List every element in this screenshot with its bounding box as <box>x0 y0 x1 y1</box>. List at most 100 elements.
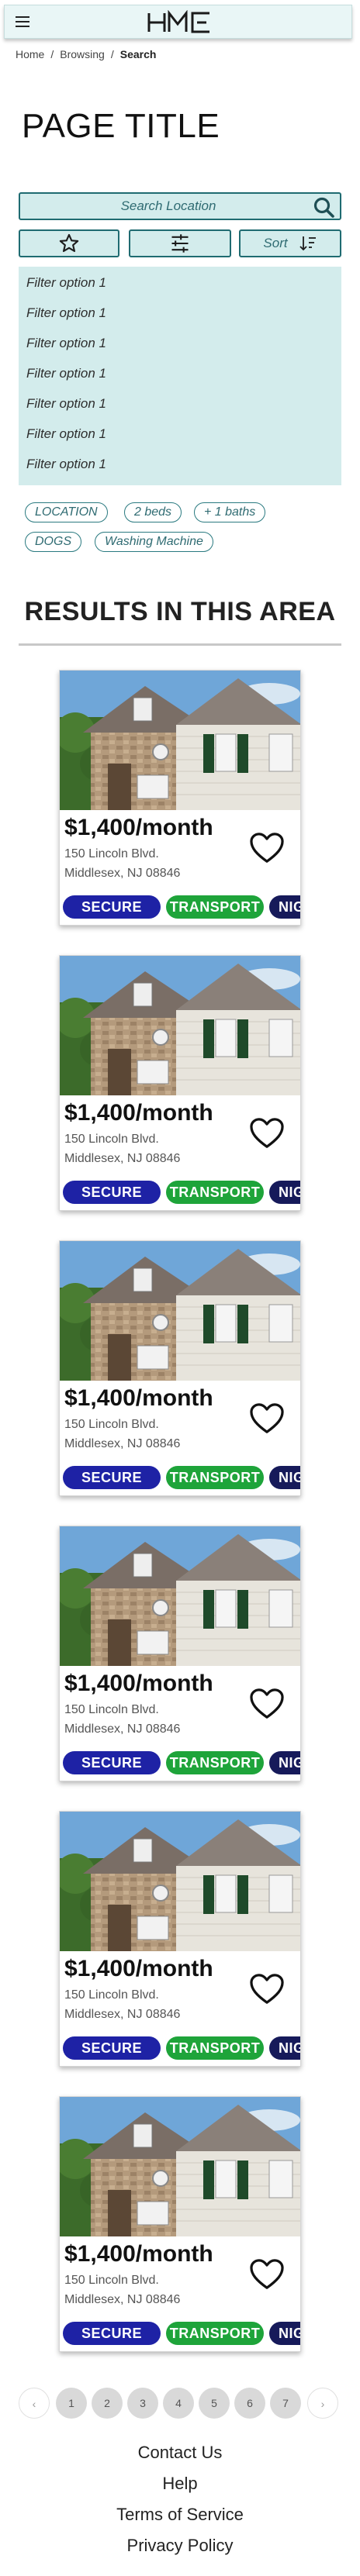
sort-descending-icon <box>299 236 316 251</box>
divider <box>19 643 341 646</box>
pagination-next-button[interactable]: › <box>307 2388 338 2419</box>
listing-photo[interactable] <box>60 1812 301 1951</box>
results-heading: RESULTS IN THIS AREA <box>24 597 336 626</box>
listing-address-street: 150 Lincoln Blvd. <box>64 847 159 860</box>
tag-night: NIG <box>269 1466 300 1489</box>
tag-night: NIG <box>269 1751 300 1774</box>
search-icon[interactable] <box>312 196 335 218</box>
listing-price: $1,400/month <box>64 1100 213 1126</box>
listing-photo[interactable] <box>60 956 301 1095</box>
pagination-page[interactable]: 1 <box>56 2388 87 2419</box>
tag-night: NIG <box>269 2322 300 2345</box>
listing-card[interactable]: $1,400/month 150 Lincoln Blvd. Middlesex… <box>59 670 301 926</box>
footer-link-contact[interactable]: Contact Us <box>0 2437 360 2468</box>
tag-transport: TRANSPORT <box>166 2036 264 2060</box>
listing-address-street: 150 Lincoln Blvd. <box>64 1703 159 1716</box>
tag-secure: SECURE <box>63 895 161 919</box>
listing-address-street: 150 Lincoln Blvd. <box>64 1133 159 1146</box>
filter-options-panel: Filter option 1 Filter option 1 Filter o… <box>19 267 341 485</box>
favorite-heart-icon[interactable] <box>249 832 285 864</box>
listing-price: $1,400/month <box>64 1956 213 1981</box>
chip-baths[interactable]: + 1 baths <box>194 502 266 522</box>
filter-option[interactable]: Filter option 1 <box>19 364 341 394</box>
filter-option[interactable]: Filter option 1 <box>19 424 341 454</box>
favorite-heart-icon[interactable] <box>249 1688 285 1720</box>
listing-price: $1,400/month <box>64 1671 213 1696</box>
listing-address-city: Middlesex, NJ 08846 <box>64 2008 181 2021</box>
listing-card[interactable]: $1,400/month 150 Lincoln Blvd. Middlesex… <box>59 955 301 1211</box>
listing-address-street: 150 Lincoln Blvd. <box>64 1418 159 1431</box>
breadcrumb-separator: / <box>110 48 114 60</box>
tag-transport: TRANSPORT <box>166 1181 264 1204</box>
chip-location[interactable]: LOCATION <box>25 502 108 522</box>
favorites-button[interactable] <box>19 229 119 257</box>
search-bar <box>19 192 341 220</box>
tag-secure: SECURE <box>63 1181 161 1204</box>
footer: Contact Us Help Terms of Service Privacy… <box>0 2437 360 2561</box>
listing-price: $1,400/month <box>64 815 213 840</box>
footer-link-help[interactable]: Help <box>0 2468 360 2499</box>
page-title: PAGE TITLE <box>22 107 220 145</box>
filter-option[interactable]: Filter option 1 <box>19 273 341 303</box>
listing-card[interactable]: $1,400/month 150 Lincoln Blvd. Middlesex… <box>59 2096 301 2352</box>
listing-photo[interactable] <box>60 2097 301 2236</box>
listing-photo[interactable] <box>60 671 301 810</box>
filter-option[interactable]: Filter option 1 <box>19 333 341 364</box>
logo-icon[interactable] <box>144 10 214 35</box>
tag-transport: TRANSPORT <box>166 1466 264 1489</box>
breadcrumb-separator: / <box>50 48 54 60</box>
breadcrumb-browsing[interactable]: Browsing <box>60 48 105 60</box>
tag-transport: TRANSPORT <box>166 2322 264 2345</box>
sort-button[interactable]: Sort <box>239 229 341 257</box>
favorite-heart-icon[interactable] <box>249 2258 285 2291</box>
search-input[interactable] <box>20 194 340 219</box>
breadcrumb: Home / Browsing / Search <box>16 48 156 60</box>
filter-option[interactable]: Filter option 1 <box>19 394 341 424</box>
listing-address-city: Middlesex, NJ 08846 <box>64 2293 181 2306</box>
listing-photo[interactable] <box>60 1241 301 1381</box>
tag-transport: TRANSPORT <box>166 1751 264 1774</box>
listing-address-street: 150 Lincoln Blvd. <box>64 1988 159 2002</box>
listing-card[interactable]: $1,400/month 150 Lincoln Blvd. Middlesex… <box>59 1526 301 1781</box>
pagination-page[interactable]: 6 <box>234 2388 265 2419</box>
listing-address-street: 150 Lincoln Blvd. <box>64 2274 159 2287</box>
tag-secure: SECURE <box>63 1751 161 1774</box>
sort-label: Sort <box>263 236 288 250</box>
favorite-heart-icon[interactable] <box>249 1973 285 2005</box>
hamburger-menu-icon[interactable] <box>16 16 29 27</box>
chip-dogs[interactable]: DOGS <box>25 532 82 552</box>
tag-night: NIG <box>269 2036 300 2060</box>
filter-option[interactable]: Filter option 1 <box>19 303 341 333</box>
pagination-page[interactable]: 4 <box>163 2388 194 2419</box>
favorite-heart-icon[interactable] <box>249 1402 285 1435</box>
filter-option[interactable]: Filter option 1 <box>19 454 341 485</box>
tag-secure: SECURE <box>63 1466 161 1489</box>
favorite-heart-icon[interactable] <box>249 1117 285 1150</box>
listing-price: $1,400/month <box>64 2241 213 2267</box>
pagination-page[interactable]: 3 <box>127 2388 158 2419</box>
listing-address-city: Middlesex, NJ 08846 <box>64 1437 181 1450</box>
sliders-icon <box>171 234 189 253</box>
breadcrumb-home[interactable]: Home <box>16 48 44 60</box>
tag-secure: SECURE <box>63 2036 161 2060</box>
footer-link-terms[interactable]: Terms of Service <box>0 2499 360 2530</box>
filter-button[interactable] <box>129 229 231 257</box>
chip-washing-machine[interactable]: Washing Machine <box>95 532 213 552</box>
listing-card[interactable]: $1,400/month 150 Lincoln Blvd. Middlesex… <box>59 1240 301 1496</box>
pagination-prev-button[interactable]: ‹ <box>19 2388 50 2419</box>
top-bar <box>4 5 352 39</box>
chip-beds[interactable]: 2 beds <box>124 502 182 522</box>
star-icon <box>59 233 79 253</box>
tag-transport: TRANSPORT <box>166 895 264 919</box>
listing-card[interactable]: $1,400/month 150 Lincoln Blvd. Middlesex… <box>59 1811 301 2067</box>
pagination-page[interactable]: 2 <box>92 2388 123 2419</box>
tag-night: NIG <box>269 1181 300 1204</box>
pagination-page[interactable]: 5 <box>199 2388 230 2419</box>
pagination: ‹ 1 2 3 4 5 6 7 › <box>19 2388 344 2420</box>
tag-night: NIG <box>269 895 300 919</box>
breadcrumb-current: Search <box>119 48 157 60</box>
footer-link-privacy[interactable]: Privacy Policy <box>0 2530 360 2561</box>
listing-photo[interactable] <box>60 1526 301 1666</box>
tag-secure: SECURE <box>63 2322 161 2345</box>
pagination-page[interactable]: 7 <box>270 2388 301 2419</box>
